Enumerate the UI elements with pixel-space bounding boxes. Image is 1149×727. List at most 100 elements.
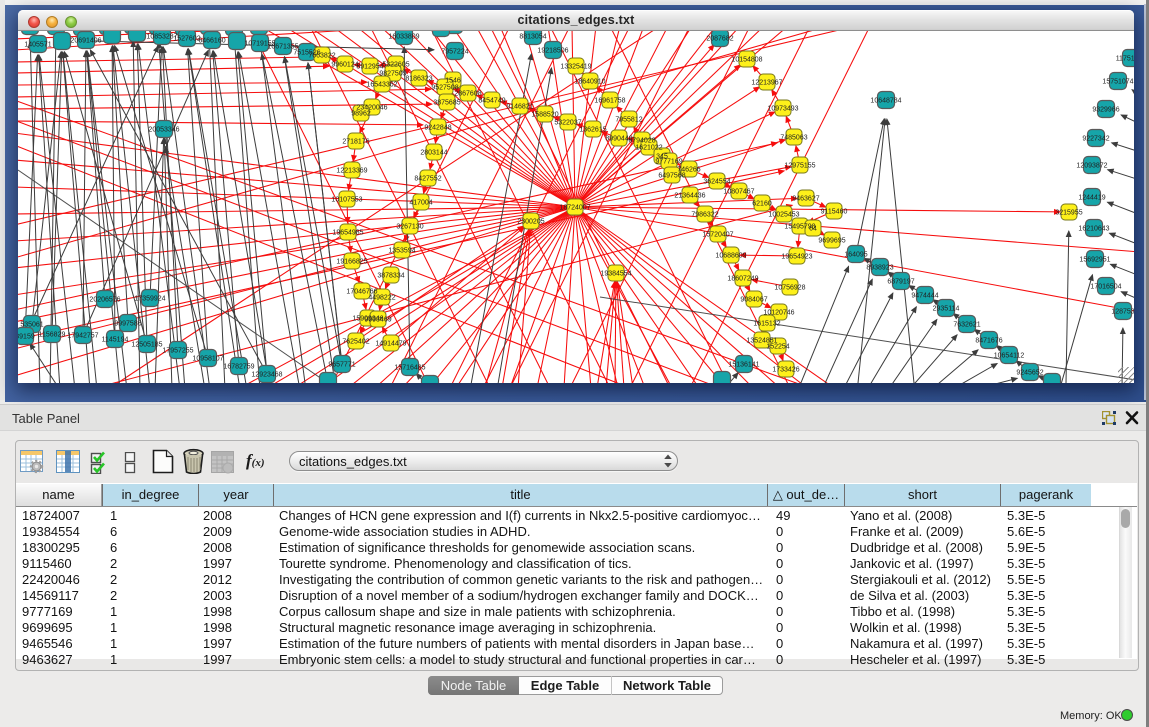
svg-text:10648784: 10648784: [870, 98, 901, 105]
svg-text:10025453: 10025453: [768, 212, 799, 219]
svg-text:9093469: 9093469: [364, 317, 391, 324]
svg-text:2803144: 2803144: [420, 150, 447, 157]
svg-text:98962: 98962: [351, 111, 371, 118]
svg-text:1353594: 1353594: [388, 248, 415, 255]
svg-text:20206576: 20206576: [89, 297, 120, 304]
svg-text:13325419: 13325419: [560, 64, 591, 71]
svg-text:5322605: 5322605: [382, 62, 409, 69]
svg-text:9960124: 9960124: [331, 62, 358, 69]
svg-text:19654923: 19654923: [781, 254, 812, 261]
svg-text:3267130: 3267130: [396, 224, 423, 231]
svg-text:9329966: 9329966: [1092, 107, 1119, 114]
svg-text:12975155: 12975155: [784, 163, 815, 170]
svg-text:10120746: 10120746: [763, 310, 794, 317]
svg-text:10654112: 10654112: [994, 353, 1025, 360]
svg-text:9827509: 9827509: [379, 71, 406, 78]
svg-text:9463627: 9463627: [792, 196, 819, 203]
svg-text:6879197: 6879197: [887, 279, 914, 286]
svg-text:9474444: 9474444: [911, 293, 938, 300]
svg-text:1546: 1546: [445, 78, 461, 85]
svg-text:7485063: 7485063: [780, 135, 807, 142]
svg-text:1615132: 1615132: [753, 321, 780, 328]
svg-text:15751074: 15751074: [1102, 79, 1133, 86]
svg-text:1362615: 1362615: [579, 127, 606, 134]
svg-text:19654985: 19654985: [332, 230, 363, 237]
svg-text:16210643: 16210643: [1078, 226, 1109, 233]
svg-text:10807467: 10807467: [723, 189, 754, 196]
svg-text:8471676: 8471676: [975, 338, 1002, 345]
svg-text:12923468: 12923468: [251, 372, 282, 379]
svg-text:7957224: 7957224: [441, 49, 468, 56]
svg-text:4498222: 4498222: [368, 295, 395, 302]
svg-text:39159: 39159: [18, 334, 35, 341]
svg-text:10154808: 10154808: [731, 57, 762, 64]
svg-text:14914479: 14914479: [375, 341, 406, 348]
svg-text:17359924: 17359924: [134, 296, 165, 303]
svg-text:8186323: 8186323: [405, 76, 432, 83]
svg-text:17942757: 17942757: [67, 333, 98, 340]
svg-text:19166825: 19166825: [336, 259, 367, 266]
svg-text:16782759: 16782759: [223, 364, 254, 371]
svg-text:3215955: 3215955: [1055, 210, 1082, 217]
svg-text:16033809: 16033809: [388, 34, 419, 41]
svg-text:8454749: 8454749: [478, 98, 505, 105]
svg-text:17016504: 17016504: [1090, 284, 1121, 291]
svg-text:15716485: 15716485: [394, 365, 425, 372]
svg-text:9084067: 9084067: [740, 297, 767, 304]
svg-text:17957255: 17957255: [162, 348, 193, 355]
svg-text:1156829: 1156829: [39, 332, 66, 339]
svg-text:3875685: 3875685: [433, 100, 460, 107]
svg-text:16961758: 16961758: [594, 98, 625, 105]
svg-text:1527602: 1527602: [173, 36, 200, 43]
svg-text:9699695: 9699695: [818, 238, 845, 245]
svg-text:1621022: 1621022: [635, 145, 662, 152]
svg-text:9146821: 9146821: [506, 104, 533, 111]
svg-text:7955812: 7955812: [615, 117, 642, 124]
svg-text:15136141: 15136141: [728, 362, 759, 369]
svg-text:12093872: 12093872: [1076, 163, 1107, 170]
svg-text:10688609: 10688609: [715, 253, 746, 260]
svg-text:535061: 535061: [20, 322, 43, 329]
svg-text:15720407: 15720407: [702, 232, 733, 239]
svg-text:21364436: 21364436: [674, 193, 705, 200]
svg-text:18640910: 18640910: [574, 79, 605, 86]
svg-text:1244419: 1244419: [1078, 195, 1105, 202]
svg-text:1588520: 1588520: [531, 112, 558, 119]
svg-text:8912954: 8912954: [356, 64, 383, 71]
svg-text:1145194: 1145194: [102, 337, 129, 344]
svg-text:16543362: 16543362: [366, 82, 397, 89]
svg-text:10756928: 10756928: [774, 285, 805, 292]
svg-text:3878334: 3878334: [377, 273, 404, 280]
svg-text:64: 64: [809, 226, 817, 233]
svg-text:11751074: 11751074: [1116, 56, 1134, 63]
svg-text:8938923: 8938923: [866, 265, 893, 272]
svg-text:10107553: 10107553: [331, 197, 362, 204]
svg-text:18724007: 18724007: [559, 205, 590, 212]
svg-text:12213967: 12213967: [751, 80, 782, 87]
svg-text:9657771: 9657771: [328, 362, 355, 369]
svg-text:9997586: 9997586: [114, 321, 141, 328]
svg-text:7663822: 7663822: [308, 53, 335, 60]
svg-text:6497568: 6497568: [658, 173, 685, 180]
svg-text:2718176: 2718176: [342, 139, 369, 146]
svg-text:7632621: 7632621: [953, 322, 980, 329]
svg-text:417004: 417004: [409, 200, 432, 207]
svg-text:128753: 128753: [1111, 309, 1134, 316]
svg-text:7986322: 7986322: [691, 212, 718, 219]
svg-text:15692951: 15692951: [1079, 257, 1110, 264]
svg-text:7625402: 7625402: [342, 339, 369, 346]
svg-text:2935114: 2935114: [933, 306, 960, 313]
svg-text:164095: 164095: [844, 252, 867, 259]
svg-text:18607249: 18607249: [727, 276, 758, 283]
svg-text:1405571: 1405571: [24, 42, 51, 49]
svg-text:9242848: 9242848: [424, 125, 451, 132]
svg-text:19384554: 19384554: [600, 271, 631, 278]
svg-text:9777169: 9777169: [655, 159, 682, 166]
svg-text:12505185: 12505185: [131, 342, 162, 349]
svg-text:8813054: 8813054: [519, 34, 546, 41]
svg-text:19218506: 19218506: [537, 48, 568, 55]
svg-text:12213369: 12213369: [336, 168, 367, 175]
svg-text:20053346: 20053346: [148, 127, 179, 134]
svg-text:10973493: 10973493: [767, 106, 798, 113]
svg-text:2087682: 2087682: [706, 36, 733, 43]
